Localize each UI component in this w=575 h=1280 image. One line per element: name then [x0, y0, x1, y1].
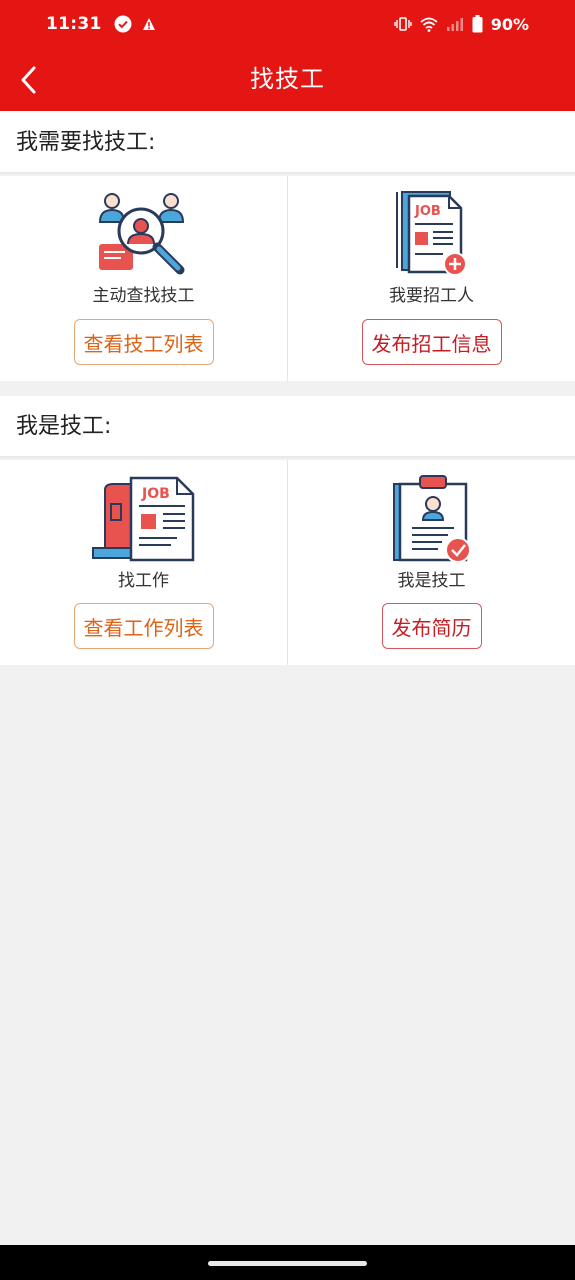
post-resume-button[interactable]: 发布简历 — [381, 603, 482, 649]
battery-icon — [472, 15, 483, 33]
battery-percent: 90% — [490, 14, 529, 34]
employer-card-row: 主动查找技工 查看技工列表 JOB 我要招工人 发布招工信息 — [0, 176, 575, 381]
card-label: 找工作 — [118, 571, 169, 591]
check-circle-icon — [114, 15, 132, 33]
card-label: 我是技工 — [397, 571, 466, 591]
svg-text:JOB: JOB — [141, 486, 170, 502]
status-time: 11:31 — [46, 14, 102, 34]
search-worker-icon — [98, 193, 185, 275]
resume-check-icon — [393, 475, 471, 563]
job-listing-icon: JOB — [92, 476, 195, 562]
wifi-icon — [420, 17, 438, 32]
system-nav-bar — [0, 1245, 575, 1280]
post-hiring-info-button[interactable]: 发布招工信息 — [361, 319, 502, 365]
section-worker-title: 我是技工: — [0, 396, 575, 458]
card-find-worker: 主动查找技工 查看技工列表 — [0, 176, 287, 381]
warning-icon — [142, 18, 155, 30]
card-i-am-worker: 我是技工 发布简历 — [287, 460, 575, 665]
home-gesture-handle[interactable] — [208, 1261, 367, 1266]
app-bar: 找技工 — [0, 48, 575, 111]
view-worker-list-button[interactable]: 查看技工列表 — [73, 319, 214, 365]
card-hire-worker: JOB 我要招工人 发布招工信息 — [287, 176, 575, 381]
svg-text:JOB: JOB — [414, 204, 441, 219]
vibrate-icon — [394, 17, 412, 31]
job-post-add-icon: JOB — [396, 191, 467, 276]
section-employer-title: 我需要找技工: — [0, 111, 575, 174]
view-job-list-button[interactable]: 查看工作列表 — [73, 603, 214, 649]
worker-card-row: JOB 找工作 查看工作列表 我是技工 发布简历 — [0, 460, 575, 665]
status-bar: 11:31 90% — [0, 0, 575, 48]
signal-icon — [446, 18, 463, 31]
card-label: 主动查找技工 — [92, 286, 195, 306]
page-title: 找技工 — [250, 65, 325, 93]
card-find-job: JOB 找工作 查看工作列表 — [0, 460, 287, 665]
card-label: 我要招工人 — [389, 286, 474, 306]
